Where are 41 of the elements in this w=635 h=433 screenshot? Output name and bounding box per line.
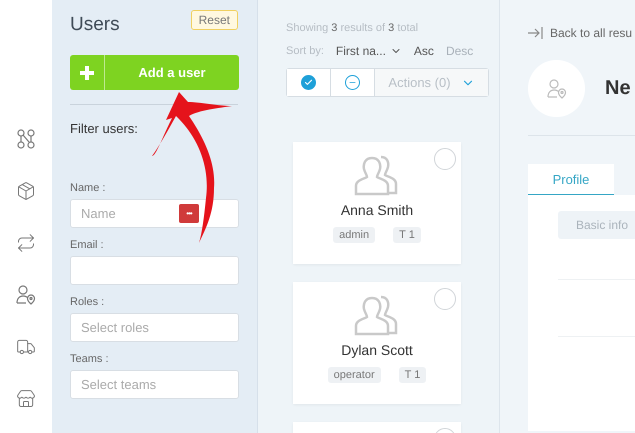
- truck-icon[interactable]: [16, 337, 36, 357]
- input-field[interactable]: [70, 256, 239, 285]
- user-tag: T 1: [393, 227, 421, 243]
- store-icon[interactable]: [16, 389, 36, 409]
- plus-icon: [80, 66, 94, 80]
- user-tag: operator: [328, 367, 381, 383]
- user-card[interactable]: Dylan Scott operator T 1: [293, 282, 461, 404]
- dots-icon[interactable]: •••: [179, 204, 199, 223]
- field-label: Name :: [70, 182, 106, 194]
- select-checkbox[interactable]: [434, 148, 456, 170]
- minus-circle-icon: [345, 75, 360, 90]
- collapse-arrow-icon: [528, 27, 544, 39]
- repeat-icon[interactable]: [16, 233, 36, 253]
- user-tag: admin: [333, 227, 376, 243]
- user-card[interactable]: Anna Smith admin T 1: [293, 142, 461, 264]
- field-label: Teams :: [70, 353, 110, 365]
- users-icon: [354, 294, 400, 336]
- results-summary: Showing 3 results of 3 total: [286, 22, 420, 34]
- detail-title: Ne: [605, 77, 631, 100]
- reset-button[interactable]: Reset: [190, 10, 238, 30]
- select-all-button[interactable]: [287, 69, 331, 96]
- user-name: Anna Smith: [340, 202, 414, 218]
- sort-order-toggle[interactable]: Asc: [414, 44, 434, 58]
- filter-heading: Filter users:: [70, 121, 139, 136]
- nodes-icon[interactable]: [16, 129, 36, 149]
- box-icon[interactable]: [16, 181, 36, 201]
- field-label: Roles :: [70, 296, 106, 308]
- users-icon: [354, 154, 400, 196]
- field-label: Email :: [70, 239, 105, 251]
- sort-label: Sort by:: [286, 45, 324, 57]
- back-link[interactable]: Back to all resu: [528, 26, 635, 40]
- sort-field-dropdown[interactable]: First na...: [336, 44, 402, 58]
- user-tag: T 1: [398, 367, 426, 383]
- user-name: Dylan Scott: [341, 342, 413, 358]
- user-location-icon: [546, 78, 568, 100]
- select-checkbox[interactable]: [434, 288, 456, 310]
- panel-title: Users: [70, 14, 120, 36]
- profile-tab[interactable]: Profile: [528, 164, 614, 195]
- section-label: Basic info: [558, 211, 635, 239]
- user-location-icon[interactable]: [15, 284, 37, 306]
- input-field[interactable]: Name •••: [70, 199, 239, 228]
